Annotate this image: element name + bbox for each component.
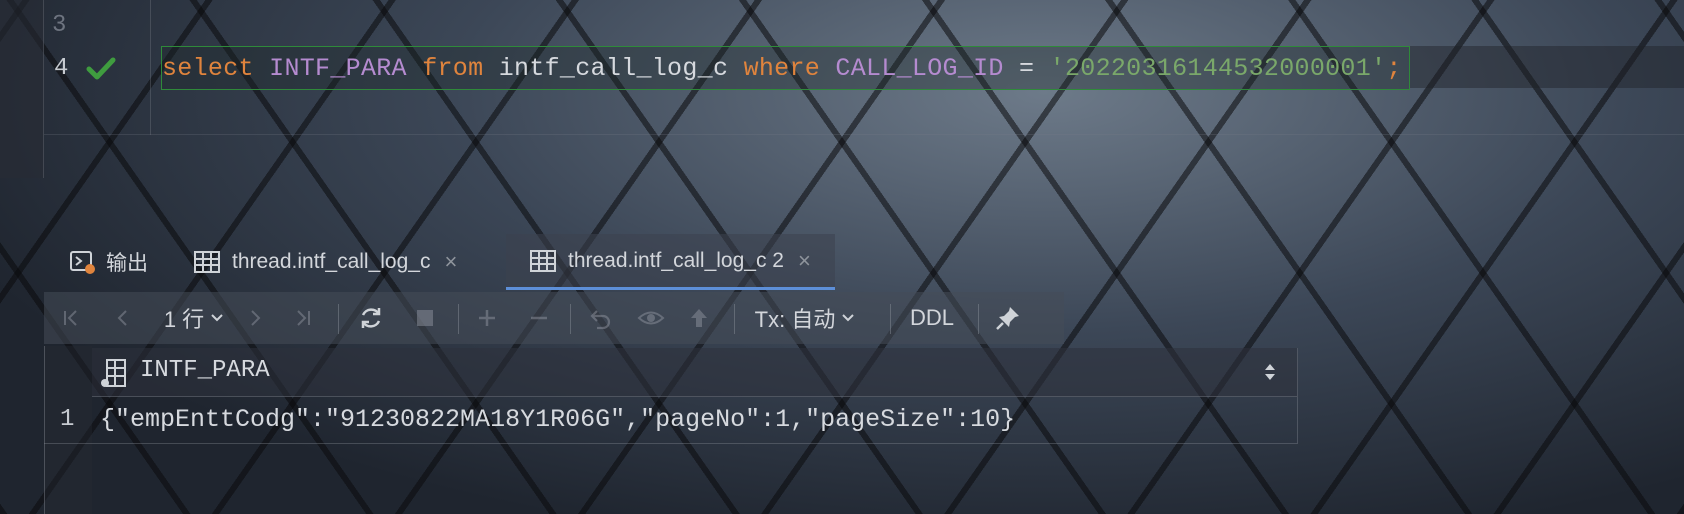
sql-column-name: INTF_PARA (269, 54, 407, 83)
transaction-mode-dropdown[interactable]: Tx: 自动 (750, 292, 860, 344)
chevron-down-icon (211, 314, 223, 322)
tab-table-result-2-label: thread.intf_call_log_c 2 (568, 248, 784, 272)
tab-output[interactable]: 输出 (70, 234, 148, 290)
sql-table-name: intf_call_log_c (498, 54, 729, 83)
toolbar-separator (458, 304, 459, 334)
toolbar-separator (338, 304, 339, 334)
editor-bottom-border (44, 134, 1684, 135)
row-number: 1 (60, 406, 75, 433)
next-page-icon[interactable] (240, 292, 270, 344)
pin-tab-icon[interactable] (990, 292, 1026, 344)
table-icon (530, 249, 556, 272)
row-count-dropdown[interactable]: 1 行 (156, 292, 232, 344)
sort-icon[interactable] (1263, 361, 1277, 383)
column-icon (101, 359, 126, 387)
toolbar-separator (570, 304, 571, 334)
results-tab-bar: 输出 thread.intf_call_log_c × thread.intf_… (44, 234, 864, 290)
row-count-label: 1 行 (163, 307, 205, 332)
column-header[interactable] (92, 348, 1298, 397)
add-row-icon[interactable] (472, 292, 502, 344)
editor-fold-column (150, 0, 151, 135)
toolbar-separator (734, 304, 735, 334)
sql-operator: = (1019, 54, 1035, 83)
preview-changes-icon[interactable] (634, 292, 668, 344)
table-icon (194, 251, 220, 273)
revert-icon[interactable] (584, 292, 618, 344)
sql-statement[interactable]: select INTF_PARA from intf_call_log_c wh… (162, 54, 1402, 83)
sql-keyword-from: from (422, 54, 484, 83)
stop-icon[interactable] (410, 292, 440, 344)
ddl-label: DDL (909, 305, 954, 330)
first-page-icon[interactable] (56, 292, 86, 344)
close-icon[interactable]: × (798, 248, 811, 274)
transaction-mode-label: Tx: 自动 (754, 307, 836, 332)
previous-page-icon[interactable] (108, 292, 138, 344)
sql-where-column: CALL_LOG_ID (835, 54, 1004, 83)
tab-table-result-1[interactable]: thread.intf_call_log_c × (194, 234, 457, 290)
sql-keyword-where: where (743, 54, 821, 83)
line-number-4: 4 (54, 55, 69, 82)
delete-row-icon[interactable] (524, 292, 554, 344)
tab-output-label: 输出 (106, 252, 148, 275)
output-icon (70, 251, 95, 274)
sql-string-literal: '20220316144532000001' (1049, 54, 1387, 83)
toolbar-separator (978, 304, 979, 334)
line-number-3: 3 (52, 12, 67, 39)
check-icon (86, 57, 116, 80)
tab-table-result-2[interactable]: thread.intf_call_log_c 2 × (506, 234, 835, 290)
column-header-label: INTF_PARA (140, 357, 270, 384)
ddl-button[interactable]: DDL (902, 292, 962, 344)
tab-table-result-1-label: thread.intf_call_log_c (232, 250, 431, 273)
refresh-icon[interactable] (354, 292, 388, 344)
editor-gutter (0, 0, 44, 178)
sql-keyword-select: select (162, 54, 254, 83)
toolbar-separator (890, 304, 891, 334)
close-icon[interactable]: × (444, 249, 457, 275)
gutter-divider (43, 0, 44, 178)
current-line-highlight (1410, 46, 1684, 88)
chevron-down-icon (842, 314, 855, 322)
last-page-icon[interactable] (288, 292, 318, 344)
sql-semicolon: ; (1386, 54, 1402, 83)
table-cell[interactable]: {"empEnttCodg":"91230822MA18Y1R06G","pag… (100, 405, 1015, 434)
submit-icon[interactable] (684, 292, 714, 344)
results-toolbar: 1 行 Tx: 自动 DDL (44, 292, 1064, 344)
